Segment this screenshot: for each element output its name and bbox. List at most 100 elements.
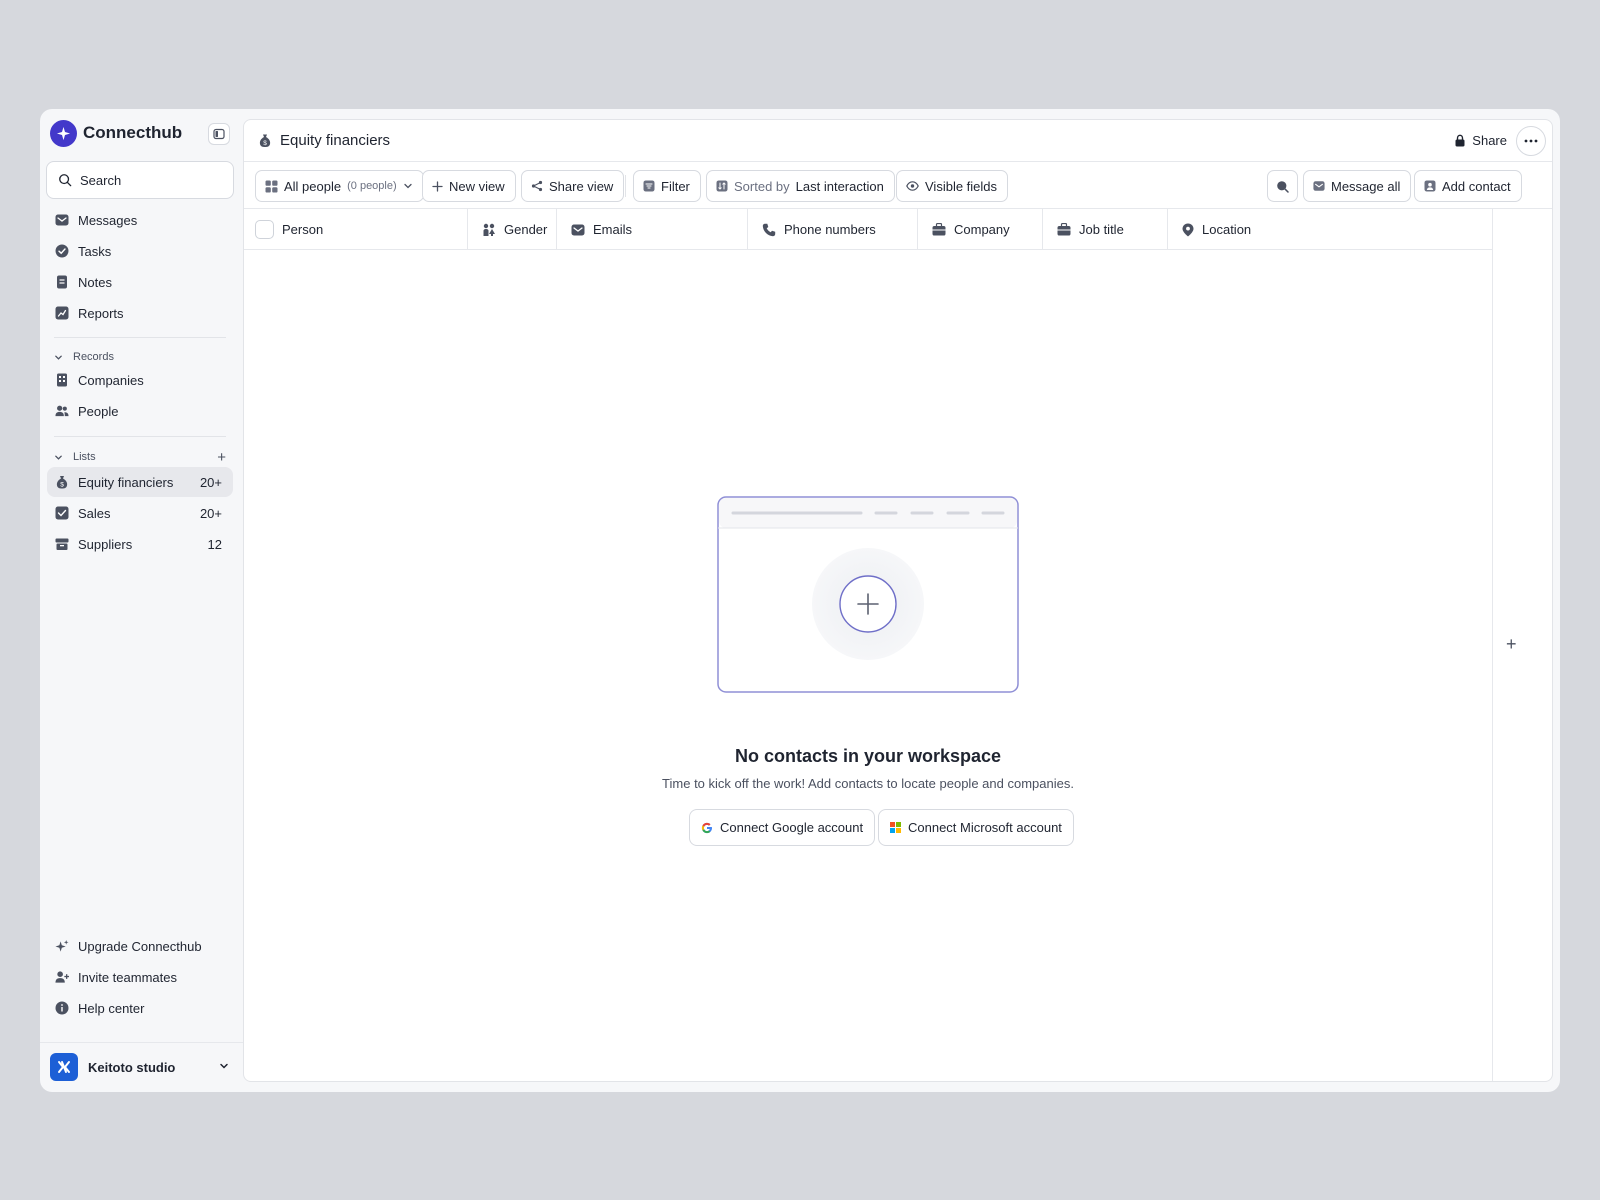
- eye-icon: [906, 181, 919, 191]
- workspace-switcher[interactable]: Keitoto studio: [50, 1053, 230, 1081]
- nav-item-label: Suppliers: [78, 536, 133, 552]
- nav-item-tasks[interactable]: Tasks: [47, 236, 233, 266]
- column-phone-numbers[interactable]: Phone numbers: [748, 209, 918, 250]
- microsoft-icon: [890, 822, 901, 833]
- column-label: Job title: [1079, 222, 1124, 237]
- brand[interactable]: Connecthub: [50, 119, 182, 147]
- page-title-text: Equity financiers: [280, 132, 391, 149]
- mail-icon: [1313, 181, 1325, 191]
- column-label: Emails: [593, 222, 633, 237]
- lock-icon: [1455, 134, 1465, 147]
- sort-button[interactable]: Sorted by Last interaction: [706, 170, 895, 202]
- nav-item-equity-financiers[interactable]: $ Equity financiers 20+: [47, 467, 233, 497]
- column-location[interactable]: Location: [1168, 209, 1492, 250]
- nav-item-sales[interactable]: Sales 20+: [47, 498, 233, 528]
- column-label: Phone numbers: [784, 222, 876, 237]
- connect-google-button[interactable]: Connect Google account: [689, 809, 876, 846]
- money-bag-icon: $: [55, 475, 69, 489]
- page-title: $ Equity financiers: [258, 132, 390, 149]
- sidebar: Connecthub Search Messages Tasks Notes R…: [40, 109, 243, 1092]
- nav-item-messages[interactable]: Messages: [47, 205, 233, 235]
- nav-item-companies[interactable]: Companies: [47, 365, 233, 395]
- nav-item-label: Messages: [78, 212, 138, 228]
- column-job-title[interactable]: Job title: [1043, 209, 1168, 250]
- gender-icon: [483, 223, 495, 236]
- new-view-button[interactable]: New view: [422, 170, 516, 202]
- workspace-logo-icon: [50, 1053, 78, 1081]
- filter-button[interactable]: Filter: [633, 170, 701, 202]
- filter-icon: [643, 180, 655, 192]
- list-count: 20+: [199, 474, 222, 490]
- column-label: Person: [282, 222, 324, 237]
- column-gender[interactable]: Gender: [468, 209, 557, 250]
- sidebar-collapse-button[interactable]: [208, 123, 230, 145]
- column-label: Gender: [504, 222, 548, 237]
- column-person[interactable]: Person: [244, 209, 468, 250]
- briefcase-icon: [1057, 223, 1071, 236]
- column-label: Company: [954, 222, 1010, 237]
- add-list-icon[interactable]: +: [217, 449, 226, 466]
- more-horizontal-icon: [1524, 139, 1538, 143]
- nav-item-reports[interactable]: Reports: [47, 298, 233, 328]
- nav-item-label: Tasks: [78, 243, 112, 259]
- toolbar-divider: [625, 175, 626, 197]
- records-section-header[interactable]: Records: [54, 349, 226, 365]
- add-column-icon[interactable]: +: [1506, 634, 1517, 655]
- section-label: Lists: [73, 451, 96, 463]
- nav-item-upgrade[interactable]: Upgrade Connecthub: [47, 931, 233, 961]
- chevron-down-icon: [404, 183, 412, 189]
- nav-item-label: People: [78, 403, 119, 419]
- table-header: Person Gender Emails Phone numbers Compa…: [244, 209, 1492, 250]
- connect-microsoft-label: Connect Microsoft account: [908, 820, 1062, 835]
- lists-section-header[interactable]: Lists +: [54, 449, 226, 466]
- nav-item-suppliers[interactable]: Suppliers 12: [47, 529, 233, 559]
- nav-item-label: Invite teammates: [78, 969, 177, 985]
- box-icon: [55, 537, 69, 551]
- column-company[interactable]: Company: [918, 209, 1043, 250]
- empty-state-illustration: [696, 480, 1040, 720]
- visible-fields-button[interactable]: Visible fields: [896, 170, 1009, 202]
- share-icon: [531, 180, 543, 192]
- grid-icon: [265, 180, 278, 192]
- column-emails[interactable]: Emails: [557, 209, 748, 250]
- sales-icon: [55, 506, 69, 520]
- list-count: 12: [207, 536, 222, 552]
- connect-google-label: Connect Google account: [720, 820, 864, 835]
- select-all-checkbox[interactable]: [255, 220, 274, 239]
- main-panel: $ Equity financiers Share All people (0 …: [243, 119, 1553, 1082]
- empty-state-subtitle: Time to kick off the work! Add contacts …: [662, 776, 1074, 791]
- toolbar: All people (0 people) New view Share vie…: [244, 162, 1552, 209]
- add-column-gutter: [1492, 209, 1493, 1081]
- nav-item-notes[interactable]: Notes: [47, 267, 233, 297]
- table-search-button[interactable]: [1267, 170, 1298, 202]
- share-view-button[interactable]: Share view: [521, 170, 625, 202]
- add-contact-button[interactable]: Add contact: [1414, 170, 1522, 202]
- message-all-button[interactable]: Message all: [1303, 170, 1412, 202]
- connect-microsoft-button[interactable]: Connect Microsoft account: [878, 809, 1074, 846]
- search-placeholder: Search: [80, 172, 122, 188]
- chevron-down-icon: [55, 455, 62, 460]
- sidebar-divider: [54, 337, 226, 338]
- message-all-label: Message all: [1331, 178, 1401, 194]
- view-selector[interactable]: All people (0 people): [255, 170, 424, 202]
- people-icon: [55, 404, 69, 418]
- nav-item-help[interactable]: Help center: [47, 993, 233, 1023]
- share-button[interactable]: Share: [1454, 133, 1507, 148]
- more-options-button[interactable]: [1516, 126, 1546, 156]
- nav-item-label: Notes: [78, 274, 112, 290]
- sparkle-icon: [55, 939, 69, 953]
- google-icon: [701, 822, 712, 833]
- svg-text:$: $: [263, 140, 267, 147]
- nav-item-invite[interactable]: Invite teammates: [47, 962, 233, 992]
- mail-icon: [571, 224, 585, 235]
- view-label: All people: [284, 178, 342, 194]
- chart-icon: [55, 306, 69, 320]
- nav-item-people[interactable]: People: [47, 396, 233, 426]
- search-input[interactable]: Search: [46, 161, 234, 199]
- share-view-label: Share view: [549, 178, 614, 194]
- sidebar-divider: [54, 436, 226, 437]
- visible-fields-label: Visible fields: [925, 178, 998, 194]
- phone-icon: [762, 223, 776, 236]
- chevron-down-icon: [220, 1063, 228, 1069]
- nav-item-label: Companies: [78, 372, 144, 388]
